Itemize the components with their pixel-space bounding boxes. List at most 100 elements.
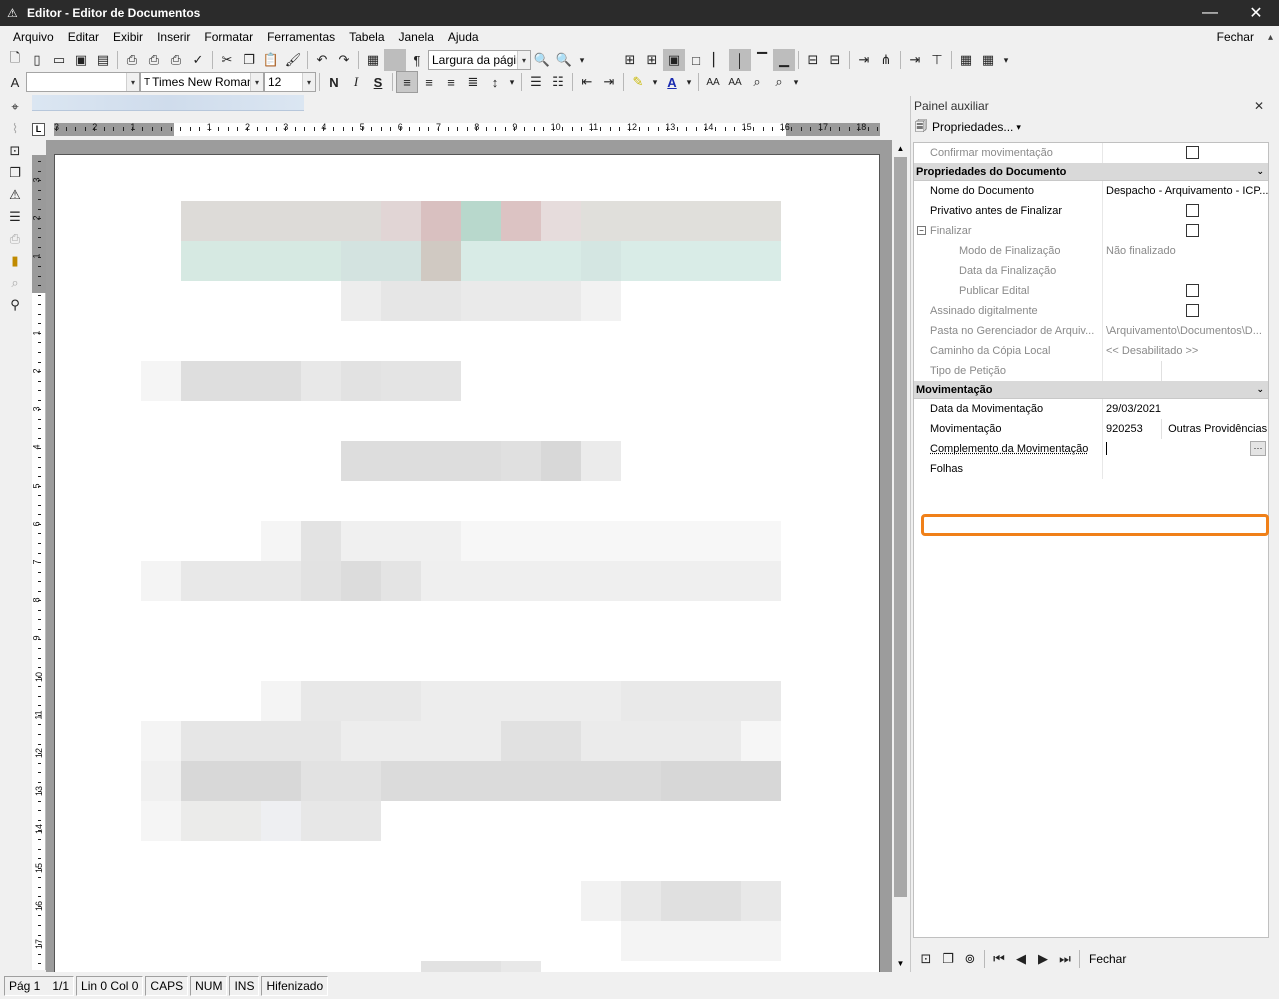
row-confirmar-movimentacao[interactable]: Confirmar movimentação [914,143,1268,163]
document-page[interactable] [54,154,880,972]
font-name-combo[interactable]: T Times New Roman ▾ [140,72,264,92]
table-center-border-icon[interactable]: │ [729,49,751,71]
table-left-border-icon[interactable]: ▏ [707,49,729,71]
decrease-indent-icon[interactable]: ⇤ [576,71,598,93]
underline-button[interactable]: S [367,71,389,93]
publicar-checkbox[interactable] [1186,284,1199,298]
last-record-icon[interactable]: ⏭ [1054,948,1076,970]
properties-dropdown[interactable]: 🗐 Propriedades... ▾ [911,116,1272,138]
property-value[interactable]: 29/03/2021 [1102,398,1268,419]
section-propriedades-documento[interactable]: Propriedades do Documento ⌄ [914,163,1268,181]
row-assinado-digitalmente[interactable]: Assinado digitalmente [914,300,1268,321]
panel-fechar-button[interactable]: Fechar [1089,952,1126,966]
pin-icon[interactable]: ⚲ [4,294,26,316]
split-cells-icon[interactable]: ⋔ [875,49,897,71]
template-icon[interactable]: ⊡ [4,140,26,162]
table-icon[interactable]: ▦ [362,49,384,71]
movimentacao-description[interactable]: Outras Providências [1165,423,1267,435]
highlight-icon[interactable]: ✎ [627,71,649,93]
table-borders-icon[interactable]: ⊞ [619,49,641,71]
scroll-up-icon[interactable]: ▲ [892,140,909,157]
save-as-icon[interactable]: ▤ [92,49,114,71]
next-record-icon[interactable]: ▶ [1032,948,1054,970]
menu-formatar[interactable]: Formatar [197,30,260,44]
menu-ajuda[interactable]: Ajuda [441,30,486,44]
menu-tabela[interactable]: Tabela [342,30,391,44]
chevron-down-icon[interactable]: ▾ [517,51,530,69]
menu-janela[interactable]: Janela [392,30,441,44]
blank-page-icon[interactable]: ▯ [26,49,48,71]
link-tool-icon[interactable]: ⌇ [4,118,26,140]
chevron-up-icon[interactable]: ▴ [1268,32,1273,43]
save-icon[interactable]: ▣ [70,49,92,71]
previous-record-icon[interactable]: ◀ [1010,948,1032,970]
chevron-down-icon[interactable]: ▾ [790,71,802,93]
close-window-button[interactable]: ✕ [1233,0,1279,26]
print-doc-icon[interactable]: ⎙ [4,228,26,250]
property-value-input[interactable] [1102,438,1268,459]
merge-cells-icon[interactable]: ⇥ [853,49,875,71]
field-icon[interactable]: ⇥ [904,49,926,71]
section-movimentacao[interactable]: Movimentação ⌄ [914,381,1268,399]
expander-minus-icon[interactable]: − [917,226,926,235]
warning-doc-icon[interactable]: ⚠ [4,184,26,206]
finalizar-checkbox[interactable] [1186,224,1199,238]
row-nome-documento[interactable]: Nome do Documento Despacho - Arquivament… [914,180,1268,201]
bullet-list-icon[interactable]: ☰ [525,71,547,93]
first-record-icon[interactable]: ⏮ [988,948,1010,970]
table-shade-icon[interactable]: ▣ [663,49,685,71]
numbered-list-icon[interactable]: ☷ [547,71,569,93]
panel-attach-icon[interactable]: ⊚ [959,948,981,970]
zoom-combo[interactable]: Largura da págin ▾ [428,50,531,70]
pilcrow-icon[interactable]: ¶ [406,49,428,71]
ellipsis-button[interactable]: ··· [1250,441,1266,456]
paste-icon[interactable]: 📋 [260,49,282,71]
chevron-down-icon[interactable]: ▾ [126,73,139,91]
zoom-in-icon[interactable]: 🔍 [553,49,575,71]
font-color-icon[interactable]: A [661,71,683,93]
print-settings-icon[interactable]: ⎙ [165,49,187,71]
scroll-thumb[interactable] [894,157,907,897]
align-right-icon[interactable]: ≡ [440,71,462,93]
style-combo[interactable]: ▾ [26,72,140,92]
privativo-checkbox[interactable] [1186,204,1199,218]
line-spacing-icon[interactable]: ↕ [484,71,506,93]
document-area[interactable] [46,140,892,972]
italic-button[interactable]: I [345,71,367,93]
table-inner-borders-icon[interactable]: ⊞ [641,49,663,71]
scroll-down-icon[interactable]: ▼ [892,955,909,972]
collapse-icon[interactable]: ⌄ [1256,384,1264,395]
zoom-out-icon[interactable]: 🔍 [531,49,553,71]
list-doc-icon[interactable]: ☰ [4,206,26,228]
property-value[interactable]: Despacho - Arquivamento - ICP... [1102,180,1268,201]
tab-stop-selector[interactable]: L [32,123,45,136]
panel-doc-icon[interactable]: ⊡ [915,948,937,970]
align-left-icon[interactable]: ≡ [396,71,418,93]
bold-button[interactable]: N [323,71,345,93]
font-size-combo[interactable]: 12 ▾ [264,72,316,92]
print-preview-icon[interactable]: ⎙ [143,49,165,71]
chevron-down-icon[interactable]: ▾ [649,71,661,93]
align-center-icon[interactable]: ≡ [418,71,440,93]
menu-fechar[interactable]: Fechar [1217,30,1254,44]
chevron-down-icon[interactable]: ▾ [250,73,263,91]
row-modo-finalizacao[interactable]: Modo de Finalização Não finalizado [914,240,1268,261]
find-replace-icon[interactable]: ⌕ [746,71,768,93]
row-pasta-gerenciador[interactable]: Pasta no Gerenciador de Arquiv... \Arqui… [914,320,1268,341]
property-value[interactable] [1102,458,1268,479]
cut-icon[interactable]: ✂ [216,49,238,71]
chevron-down-icon[interactable]: ▾ [302,73,315,91]
print-icon[interactable]: ⎙ [121,49,143,71]
row-data-movimentacao[interactable]: Data da Movimentação 29/03/2021 [914,398,1268,419]
panel-copy-icon[interactable]: ❐ [937,948,959,970]
open-folder-icon[interactable]: ▭ [48,49,70,71]
movimentacao-code[interactable]: 920253 [1106,418,1162,439]
cursor-tool-icon[interactable]: ⌖ [4,96,26,118]
new-document-icon[interactable]: 🗋 [4,49,26,71]
filter-icon[interactable]: ⊤ [926,49,948,71]
collapse-icon[interactable]: ⌄ [1256,166,1264,177]
row-finalizar[interactable]: − Finalizar [914,220,1268,241]
row-caminho-copia[interactable]: Caminho da Cópia Local << Desabilitado >… [914,340,1268,361]
row-publicar-edital[interactable]: Publicar Edital [914,280,1268,301]
row-privativo[interactable]: Privativo antes de Finalizar [914,200,1268,221]
